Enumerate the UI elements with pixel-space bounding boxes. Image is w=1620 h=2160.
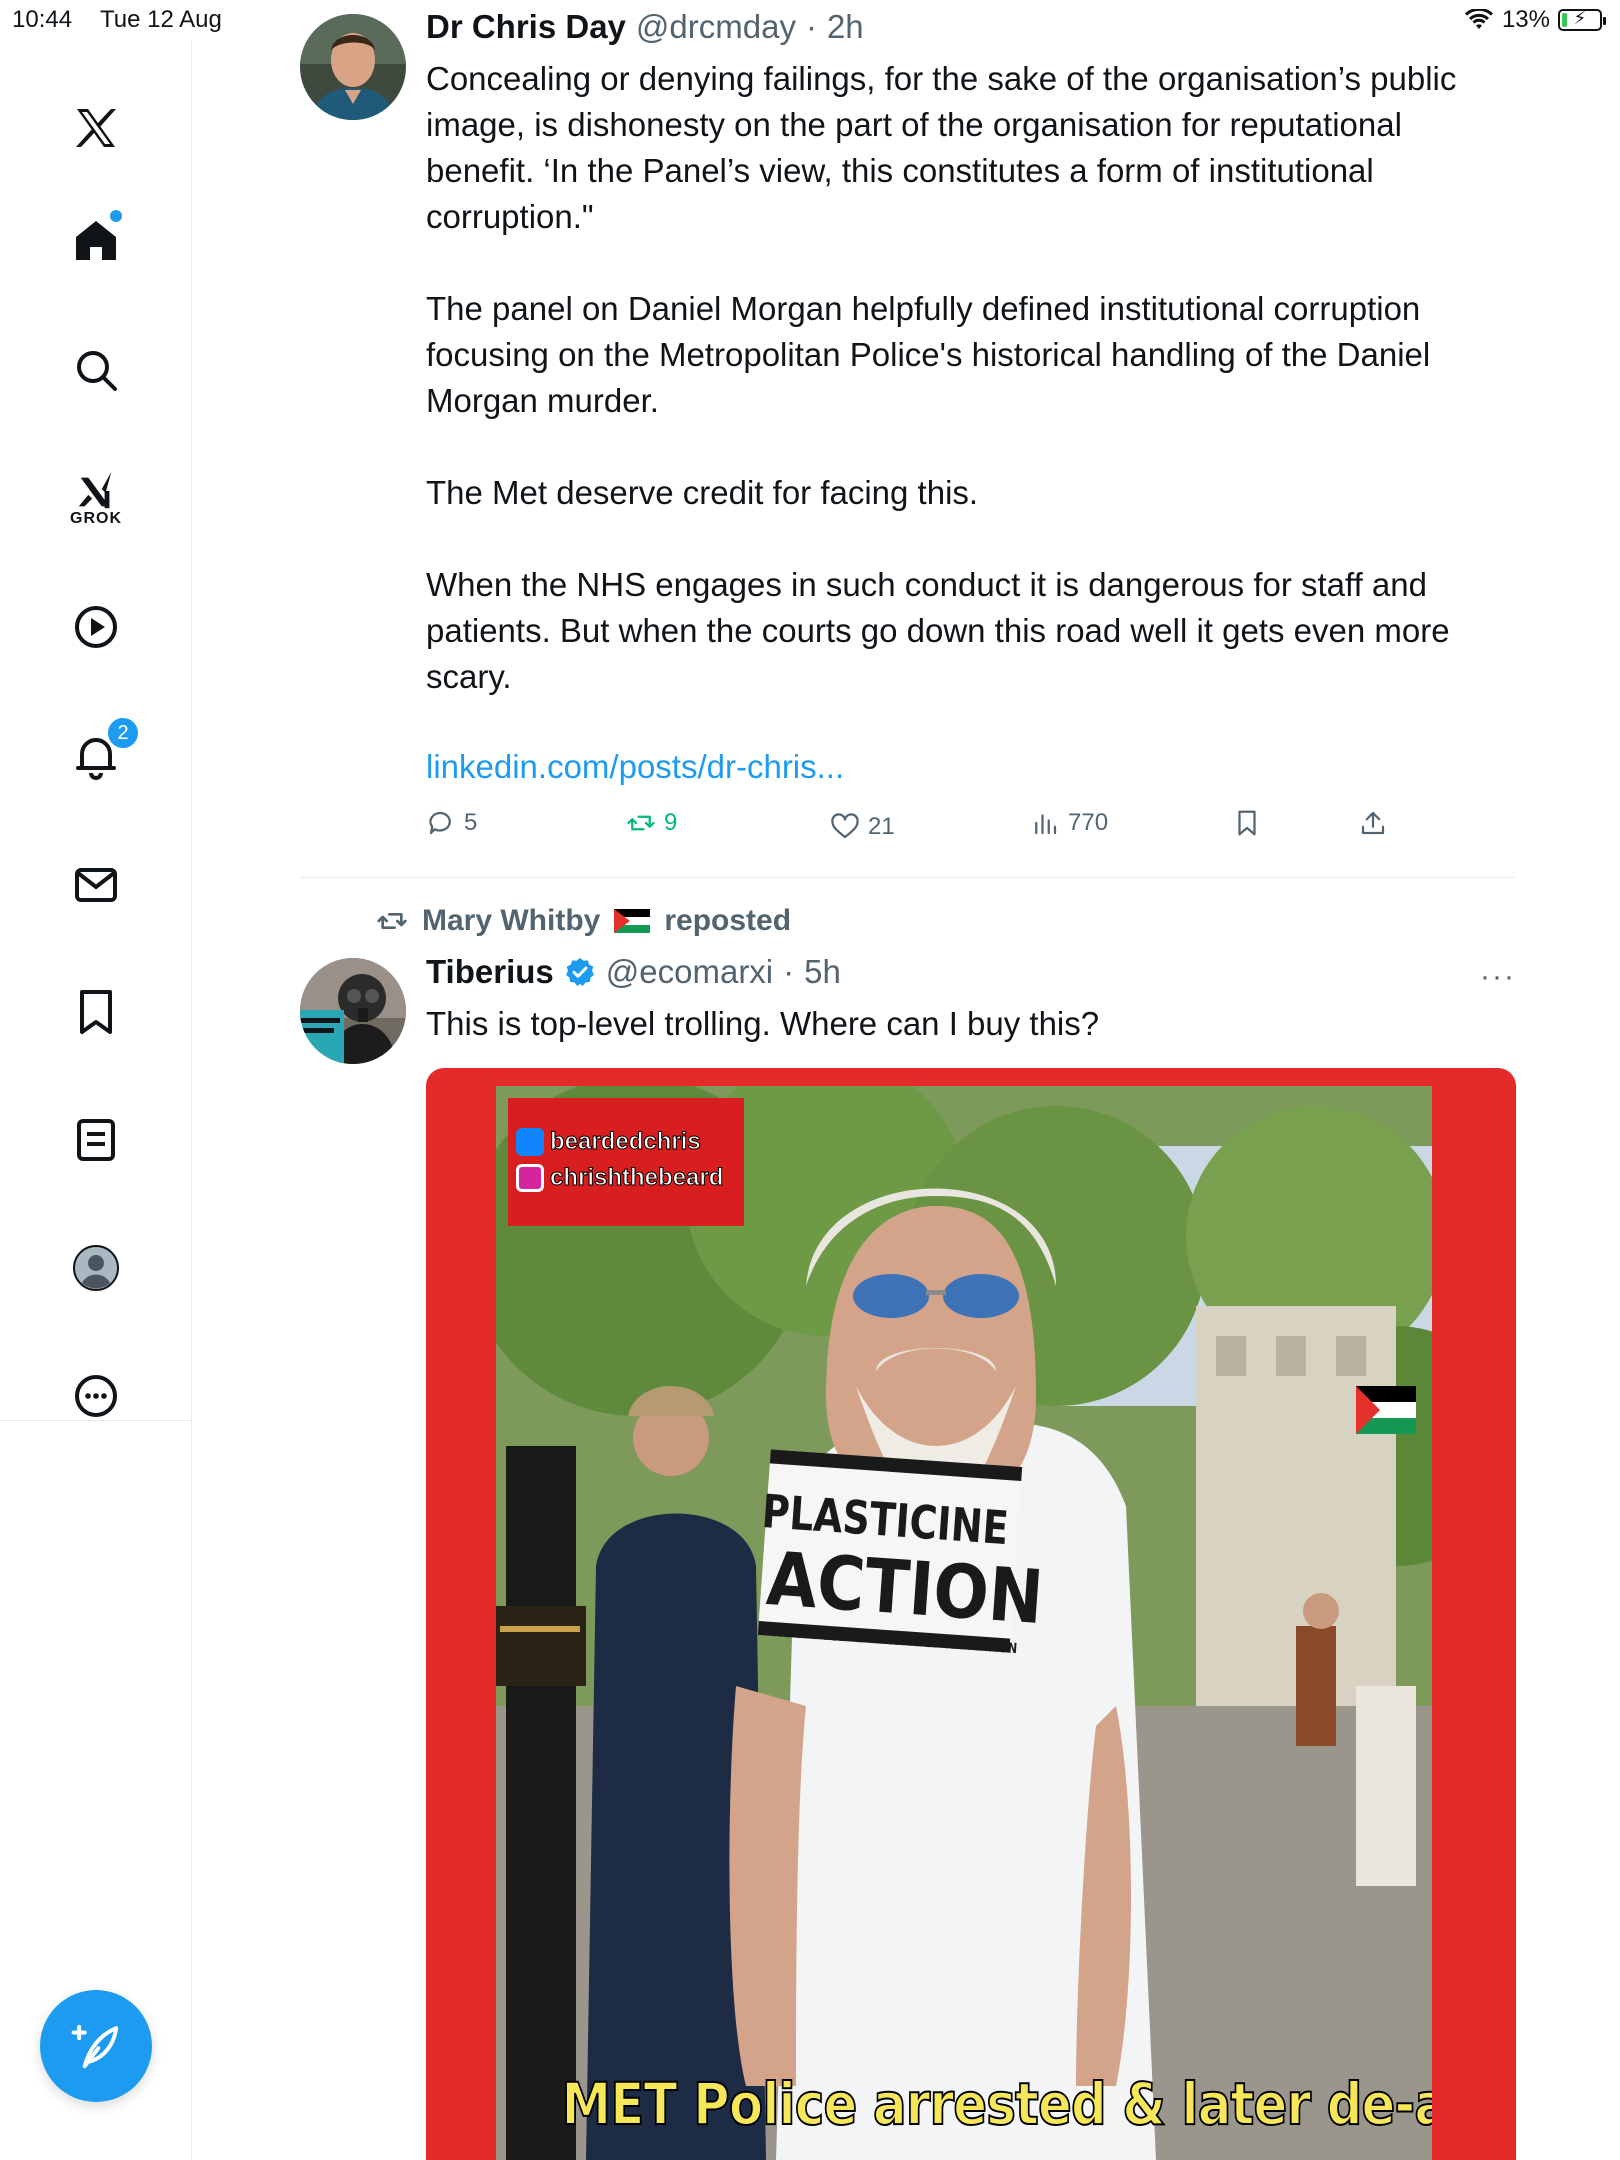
sidebar-item-messages[interactable] (56, 845, 136, 925)
watermark-instagram-row: chrishthebeard (516, 1164, 736, 1192)
home-icon (76, 221, 116, 260)
separator-dot: · (805, 8, 817, 45)
bookmark-icon (80, 990, 112, 1034)
share-button[interactable] (1358, 808, 1388, 838)
charging-bolt-icon: ⚡ (1573, 8, 1587, 28)
reply-icon (429, 811, 451, 835)
reply-count: 5 (464, 809, 478, 836)
status-date: Tue 12 Aug (100, 6, 222, 33)
tweet-paragraph: Concealing or denying failings, for the … (426, 60, 1457, 235)
search-icon (77, 351, 117, 391)
verified-badge-icon (565, 958, 594, 986)
notification-count-badge: 2 (106, 716, 140, 750)
list-icon (77, 1119, 115, 1161)
avatar-chris-day[interactable] (300, 14, 406, 120)
watermark-instagram-handle: chrishthebeard (549, 1164, 724, 1192)
video-caption: MET Police arrested & later de-arrested (561, 2069, 1432, 2139)
like-count: 21 (868, 813, 895, 840)
watermark-bluesky-handle: beardedchris (550, 1128, 702, 1156)
tweet-media[interactable]: beardedchris chrishthebeard PLASTICINE A… (426, 1068, 1516, 2160)
repost-icon (627, 815, 655, 831)
sidebar-item-videos[interactable] (56, 587, 136, 667)
views-button[interactable]: 770 (1030, 808, 1108, 838)
palestine-flag-icon (614, 909, 651, 933)
repost-button[interactable]: 9 (626, 808, 677, 838)
share-icon (1361, 811, 1385, 835)
sidebar-item-home[interactable] (56, 200, 136, 280)
grok-label: GROK (70, 510, 122, 527)
status-right: 13% ⚡ (1464, 6, 1606, 34)
tweet-paragraph: The panel on Daniel Morgan helpfully def… (426, 290, 1431, 419)
reposted-by-name: Mary Whitby (422, 904, 601, 937)
media-photo: beardedchris chrishthebeard PLASTICINE A… (496, 1086, 1432, 2160)
sidebar-item-grok[interactable]: GROK (56, 458, 136, 538)
avatar-image (300, 14, 406, 120)
tweet-link[interactable]: linkedin.com/posts/dr-chris... (426, 748, 844, 786)
views-count: 770 (1068, 809, 1109, 836)
tweet-time[interactable]: 2h (827, 8, 864, 46)
x-logo-icon[interactable] (56, 88, 136, 168)
tweet2-header: Tiberius @ecomarxi · 5h (426, 953, 841, 991)
grok-icon (78, 471, 112, 509)
envelope-icon (75, 868, 117, 902)
sidebar-item-profile[interactable] (56, 1228, 136, 1308)
tweet-paragraph: When the NHS engages in such conduct it … (426, 566, 1450, 695)
more-options-icon[interactable]: ··· (1480, 960, 1516, 994)
reposted-by-line[interactable]: Mary Whitby reposted (376, 904, 791, 938)
battery-percent: 13% (1501, 6, 1550, 33)
battery-icon: ⚡ (1558, 8, 1606, 31)
author-handle[interactable]: @drcmday (636, 8, 796, 46)
tweet1-header: Dr Chris Day @drcmday · 2h (426, 8, 864, 46)
compose-icon (71, 2024, 119, 2069)
like-button[interactable]: 21 (830, 812, 895, 842)
repost-count: 9 (664, 809, 678, 836)
author-name[interactable]: Dr Chris Day (426, 8, 626, 46)
reposted-label: reposted (664, 904, 792, 937)
more-circle-icon (75, 1375, 117, 1417)
instagram-icon (516, 1164, 544, 1192)
tweet1-text: Concealing or denying failings, for the … (426, 56, 1516, 700)
status-time: 10:44 (12, 6, 73, 33)
wifi-icon (1464, 9, 1493, 29)
x-logo-svg (76, 109, 116, 147)
profile-icon (73, 1245, 119, 1291)
tweet-separator (300, 877, 1515, 878)
tweet-time[interactable]: 5h (804, 953, 841, 991)
sidebar-item-notifications[interactable]: 2 (56, 716, 140, 796)
repost-icon (377, 913, 407, 929)
sidebar-item-bookmarks[interactable] (56, 972, 136, 1052)
home-dot-badge (110, 210, 122, 222)
sidebar-item-more[interactable] (56, 1356, 136, 1436)
author-handle[interactable]: @ecomarxi (606, 953, 773, 991)
play-icon (75, 606, 117, 648)
tweet2-text: This is top-level trolling. Where can I … (426, 1005, 1100, 1042)
sidebar-item-lists[interactable] (56, 1100, 136, 1180)
sidebar: GROK 2 (0, 40, 192, 2160)
sidebar-item-explore[interactable] (56, 330, 136, 410)
watermark-bluesky-row: beardedchris (516, 1128, 736, 1156)
tweet-paragraph: The Met deserve credit for facing this. (426, 474, 979, 511)
avatar-image (300, 958, 406, 1064)
bookmark-button[interactable] (1232, 808, 1262, 838)
reply-button[interactable]: 5 (426, 808, 477, 838)
heart-icon (831, 813, 859, 839)
views-icon (1035, 814, 1057, 835)
compose-button[interactable] (40, 1990, 152, 2102)
separator-dot: · (783, 953, 795, 990)
tweet1-actions: 5 9 21 770 (426, 808, 1416, 848)
creator-watermark: beardedchris chrishthebeard (508, 1098, 744, 1226)
bookmark-icon (1238, 810, 1256, 836)
avatar-tiberius[interactable] (300, 958, 406, 1064)
author-name[interactable]: Tiberius (426, 953, 554, 991)
sidebar-divider (0, 1420, 192, 1421)
bluesky-icon (516, 1128, 544, 1156)
